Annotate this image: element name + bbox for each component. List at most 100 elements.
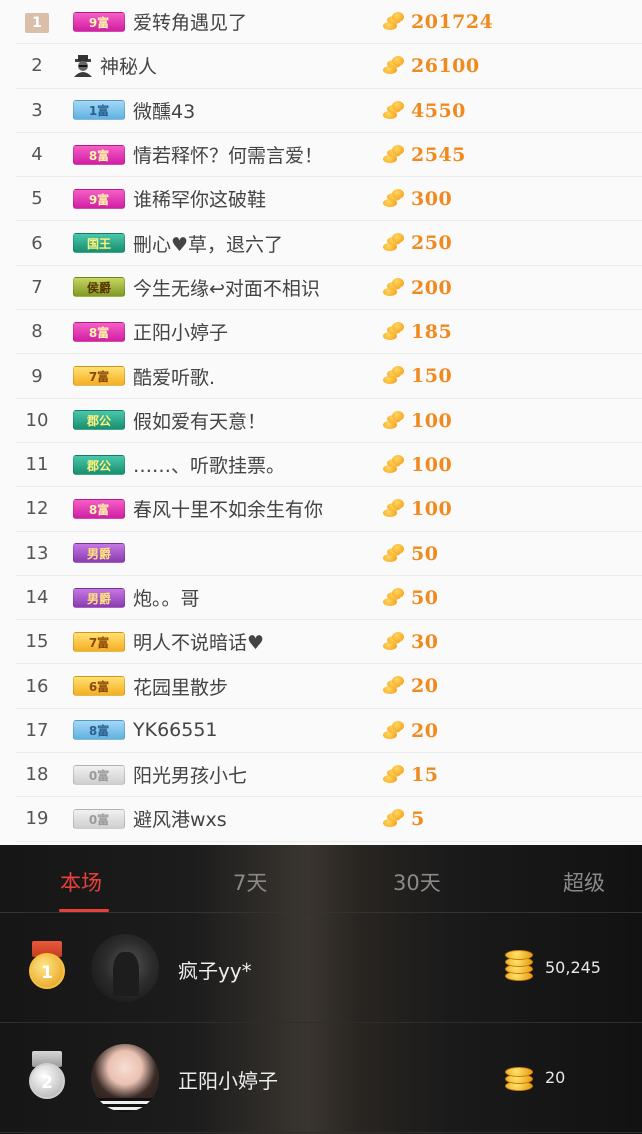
noble-level-badge: 男爵 xyxy=(73,587,125,608)
coin-icon xyxy=(383,12,405,32)
coin-icon xyxy=(383,632,405,652)
coin-icon xyxy=(383,587,405,608)
user-name: 明人不说暗话♥ xyxy=(133,632,265,655)
list-row[interactable]: 16 6富 花园里散步 20 xyxy=(16,664,642,709)
rank-number: 5 xyxy=(31,188,43,210)
rank-number: 19 xyxy=(25,808,49,830)
list-row[interactable]: 9 7富 酷爱听歌. 150 xyxy=(16,354,642,399)
list-row[interactable]: 15 7富 明人不说暗话♥ 30 xyxy=(16,620,642,665)
user-name: 谁稀罕你这破鞋 xyxy=(133,189,267,212)
user-name: 春风十里不如余生有你 xyxy=(133,499,324,522)
tab-30-days[interactable]: 30天 xyxy=(393,867,441,897)
score: 26100 xyxy=(383,44,480,88)
coin-amount: 20 xyxy=(545,1068,566,1087)
rank-number: 2 xyxy=(31,55,43,77)
list-row[interactable]: 3 1富 微醺43 4550 xyxy=(16,89,642,133)
score: 100 xyxy=(383,399,452,443)
coin-icon xyxy=(383,454,405,475)
wealth-level-badge: 8富 xyxy=(73,720,125,741)
score: 200 xyxy=(383,266,452,310)
user-name: 正阳小婷子 xyxy=(178,1069,278,1093)
wealth-level-badge: 1富 xyxy=(73,100,125,121)
wealth-level-badge: 6富 xyxy=(73,676,125,697)
score: 201724 xyxy=(383,0,493,44)
user-name: 爱转角遇见了 xyxy=(133,12,248,35)
score: 20 xyxy=(383,709,438,753)
rank-number: 10 xyxy=(25,409,49,431)
user-name: 疯子yy* xyxy=(178,959,252,983)
rank-number: 13 xyxy=(25,542,49,564)
podium-row[interactable]: 2 正阳小婷子 20 xyxy=(0,1023,642,1133)
wealth-level-badge: 9富 xyxy=(73,11,125,32)
rank-number: 14 xyxy=(25,587,49,608)
active-tab-indicator xyxy=(59,909,109,912)
wealth-level-badge: 8富 xyxy=(73,321,125,342)
user-name: 炮。。哥 xyxy=(133,588,200,610)
score: 100 xyxy=(383,443,452,487)
list-row[interactable]: 17 8富 YK66551 20 xyxy=(16,709,642,754)
podium-row[interactable]: 1 疯子yy* 50,245 xyxy=(0,913,642,1023)
score: 50 xyxy=(383,532,438,576)
leaderboard-panel: 本场 7天 30天 超级 1 疯子yy* 50,245 2 正阳小婷子 20 xyxy=(0,845,642,1134)
coin-stack-icon xyxy=(505,1061,535,1091)
list-row[interactable]: 7 侯爵 今生无缘↩对面不相识 200 xyxy=(16,266,642,311)
noble-level-badge: 郡公 xyxy=(73,454,125,475)
list-row[interactable]: 5 9富 谁稀罕你这破鞋 300 xyxy=(16,177,642,222)
tab-super[interactable]: 超级 xyxy=(563,867,605,897)
rank-number: 12 xyxy=(25,498,49,520)
list-row[interactable]: 11 郡公 ……、听歌挂票。 100 xyxy=(16,443,642,488)
score: 2545 xyxy=(383,133,466,177)
score: 185 xyxy=(383,310,452,354)
list-row[interactable]: 6 国王 刪心♥草，退六了 250 xyxy=(16,221,642,266)
list-row[interactable]: 8 8富 正阳小婷子 185 xyxy=(16,310,642,355)
score: 150 xyxy=(383,354,452,398)
coin-icon xyxy=(383,543,405,564)
score: 250 xyxy=(383,221,452,265)
list-row[interactable]: 10 郡公 假如爱有天意！ 100 xyxy=(16,399,642,443)
user-name: 假如爱有天意！ xyxy=(133,410,267,433)
coin-icon xyxy=(383,56,405,76)
coin-icon xyxy=(383,676,405,696)
coin-icon xyxy=(383,366,405,386)
coin-icon xyxy=(383,809,405,829)
user-name: 酷爱听歌. xyxy=(133,366,216,389)
user-name: YK66551 xyxy=(133,719,218,742)
list-row[interactable]: 1 9富 爱转角遇见了 201724 xyxy=(16,0,642,45)
list-row[interactable]: 12 8富 春风十里不如余生有你 100 xyxy=(16,487,642,532)
contribution-list[interactable]: 1 9富 爱转角遇见了 201724 2 神秘人 26100 3 1富 微醺43… xyxy=(0,0,642,845)
rank-number: 8 xyxy=(31,321,43,343)
score: 30 xyxy=(383,620,438,664)
user-name: 刪心♥草，退六了 xyxy=(133,233,284,256)
score: 5 xyxy=(383,797,425,841)
wealth-level-badge: 8富 xyxy=(73,144,125,165)
tab-this-session[interactable]: 本场 xyxy=(60,867,102,897)
user-name: 阳光男孩小七 xyxy=(133,765,248,788)
list-row[interactable]: 2 神秘人 26100 xyxy=(16,44,642,89)
noble-level-badge: 国王 xyxy=(73,233,125,254)
coin-icon xyxy=(383,144,405,165)
silver-medal-icon: 2 xyxy=(26,1051,68,1103)
user-name: 花园里散步 xyxy=(133,676,229,699)
list-row[interactable]: 13 男爵 50 xyxy=(16,532,642,576)
gold-medal-icon: 1 xyxy=(26,941,68,993)
coin-stack-icon xyxy=(505,950,535,981)
coin-icon xyxy=(383,322,405,342)
user-name: ……、听歌挂票。 xyxy=(133,455,286,478)
rank-number: 4 xyxy=(31,144,43,166)
list-row[interactable]: 14 男爵 炮。。哥 50 xyxy=(16,576,642,621)
mystery-person-icon xyxy=(72,54,94,77)
wealth-level-badge: 7富 xyxy=(73,631,125,652)
coin-icon xyxy=(383,233,405,253)
user-name: 避风港wxs xyxy=(133,809,227,832)
avatar[interactable] xyxy=(91,934,159,1002)
list-row[interactable]: 18 0富 阳光男孩小七 15 xyxy=(16,753,642,798)
rank-number: 11 xyxy=(25,454,49,476)
tab-7-days[interactable]: 7天 xyxy=(233,867,267,897)
rank-number: 6 xyxy=(31,232,43,254)
wealth-level-badge: 9富 xyxy=(73,188,125,209)
list-row[interactable]: 4 8富 情若释怀？何需言爱！ 2545 xyxy=(16,133,642,178)
avatar[interactable] xyxy=(91,1044,159,1112)
wealth-level-badge: 7富 xyxy=(73,366,125,387)
list-row[interactable]: 19 0富 避风港wxs 5 xyxy=(16,797,642,842)
score: 4550 xyxy=(383,89,466,133)
